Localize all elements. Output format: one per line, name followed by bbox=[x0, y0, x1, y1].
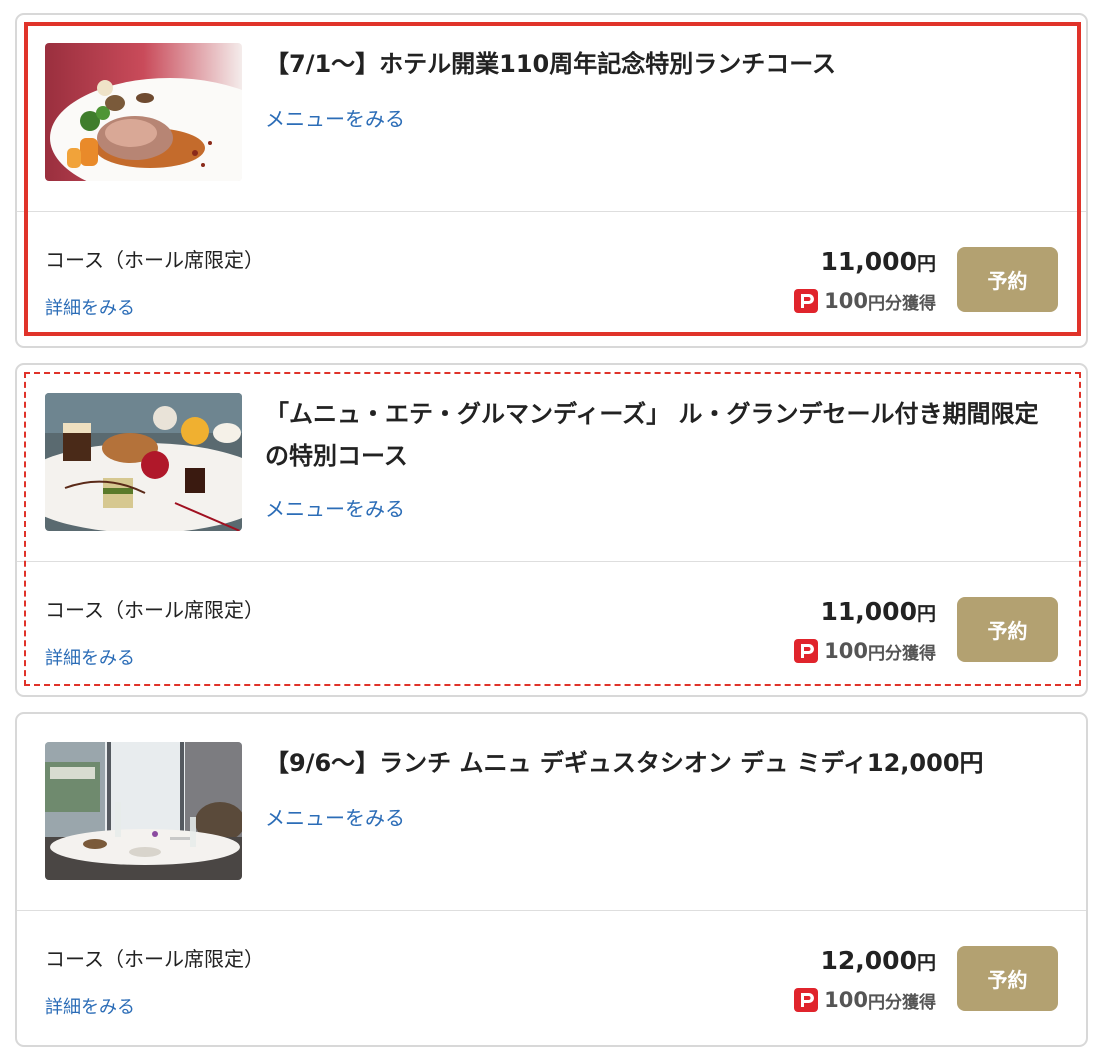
card-divider bbox=[17, 211, 1086, 212]
price-unit: 円 bbox=[916, 253, 936, 275]
course-title[interactable]: 【7/1〜】ホテル開業110周年記念特別ランチコース bbox=[265, 43, 1046, 85]
card-divider bbox=[17, 910, 1086, 911]
seat-type-label: コース（ホール席限定） bbox=[45, 248, 264, 272]
seat-type-label: コース（ホール席限定） bbox=[45, 598, 264, 622]
course-list: 【7/1〜】ホテル開業110周年記念特別ランチコース メニューをみる コース（ホ… bbox=[0, 0, 1100, 1059]
seat-type-label: コース（ホール席限定） bbox=[45, 947, 264, 971]
course-price: 12,000円 bbox=[821, 946, 937, 975]
course-card: 【9/6〜】ランチ ムニュ デギュスタシオン デュ ミディ12,000円 メニュ… bbox=[15, 712, 1088, 1047]
course-price: 11,000円 bbox=[821, 597, 937, 626]
points-suffix: 円分獲得 bbox=[868, 293, 936, 314]
course-title[interactable]: 「ムニュ・エテ・グルマンディーズ」 ル・グランデセール付き期間限定の特別コース bbox=[265, 393, 1046, 477]
card-divider bbox=[17, 561, 1086, 562]
points-amount: 100 bbox=[824, 988, 868, 1012]
reserve-button[interactable]: 予約 bbox=[957, 597, 1058, 662]
points-suffix: 円分獲得 bbox=[868, 992, 936, 1013]
view-menu-link[interactable]: メニューをみる bbox=[265, 103, 405, 132]
view-menu-link[interactable]: メニューをみる bbox=[265, 802, 405, 831]
course-image-restaurant-table[interactable] bbox=[45, 742, 242, 880]
view-details-link[interactable]: 詳細をみる bbox=[45, 644, 135, 670]
price-unit: 円 bbox=[916, 603, 936, 625]
price-value: 11,000 bbox=[820, 597, 917, 626]
view-details-link[interactable]: 詳細をみる bbox=[45, 993, 135, 1019]
paypay-icon bbox=[794, 639, 819, 663]
points-amount: 100 bbox=[824, 639, 868, 663]
reserve-button[interactable]: 予約 bbox=[957, 247, 1058, 312]
course-title[interactable]: 【9/6〜】ランチ ムニュ デギュスタシオン デュ ミディ12,000円 bbox=[265, 742, 1046, 784]
paypay-icon bbox=[794, 289, 819, 313]
price-unit: 円 bbox=[916, 952, 936, 974]
points-amount: 100 bbox=[824, 289, 868, 313]
paypay-icon bbox=[794, 988, 819, 1012]
course-image-dessert-plate[interactable] bbox=[45, 393, 242, 531]
paypay-points: 100 円分獲得 bbox=[794, 288, 936, 314]
points-suffix: 円分獲得 bbox=[868, 643, 936, 664]
view-details-link[interactable]: 詳細をみる bbox=[45, 294, 135, 320]
course-image-roast-meat[interactable] bbox=[45, 43, 242, 181]
course-card: 【7/1〜】ホテル開業110周年記念特別ランチコース メニューをみる コース（ホ… bbox=[15, 13, 1088, 348]
price-value: 12,000 bbox=[820, 946, 917, 975]
reserve-button[interactable]: 予約 bbox=[957, 946, 1058, 1011]
paypay-points: 100 円分獲得 bbox=[794, 987, 936, 1013]
view-menu-link[interactable]: メニューをみる bbox=[265, 493, 405, 522]
course-price: 11,000円 bbox=[821, 247, 937, 276]
paypay-points: 100 円分獲得 bbox=[794, 638, 936, 664]
course-card: 「ムニュ・エテ・グルマンディーズ」 ル・グランデセール付き期間限定の特別コース … bbox=[15, 363, 1088, 697]
price-value: 11,000 bbox=[820, 247, 917, 276]
